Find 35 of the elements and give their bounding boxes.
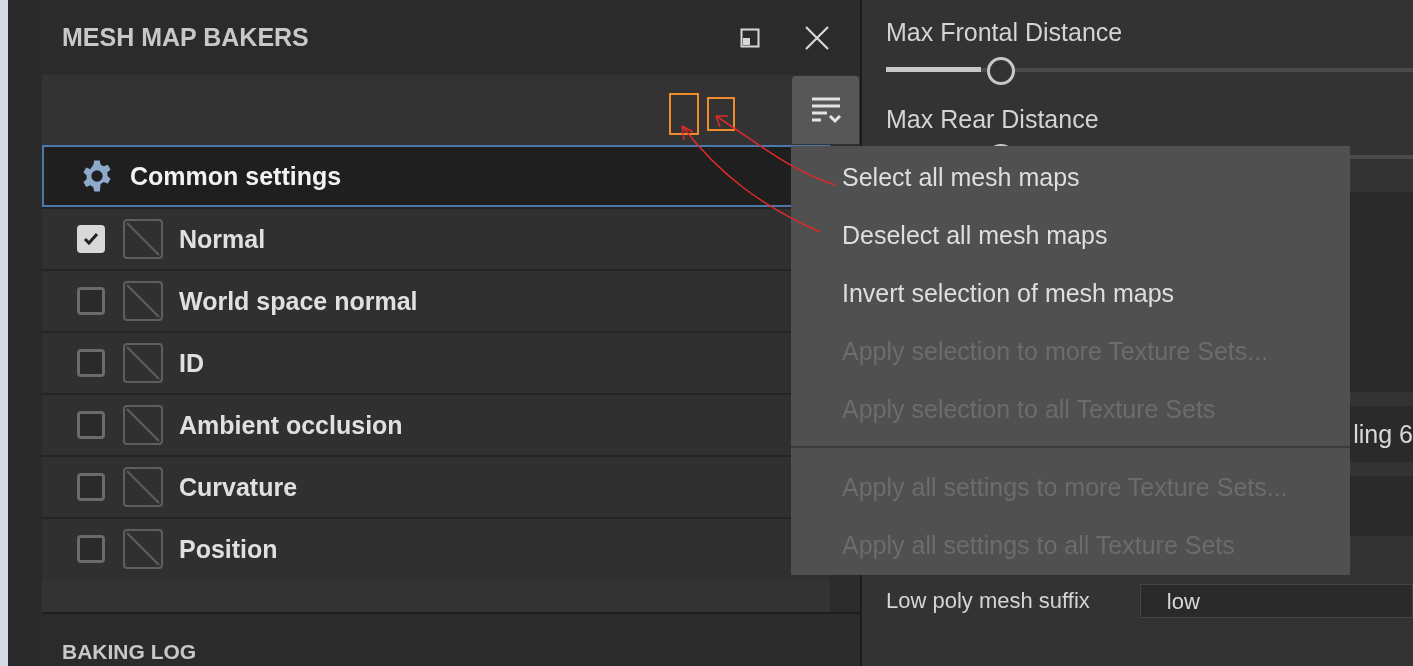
mesh-map-label: Curvature	[179, 472, 298, 502]
menu-button[interactable]	[792, 76, 859, 144]
mesh-map-label: Position	[179, 534, 278, 564]
checkbox[interactable]	[77, 287, 105, 315]
input-field[interactable]	[1349, 476, 1413, 536]
mesh-map-label: World space normal	[179, 286, 418, 316]
empty-thumbnail-icon	[123, 405, 163, 445]
menu-item[interactable]: Deselect all mesh maps	[791, 206, 1350, 264]
checkbox[interactable]	[77, 411, 105, 439]
checkbox[interactable]	[77, 349, 105, 377]
annotation-box	[707, 97, 735, 131]
slider[interactable]	[886, 57, 1413, 83]
checkbox[interactable]	[77, 535, 105, 563]
empty-thumbnail-icon	[123, 281, 163, 321]
suffix-field[interactable]: low	[1139, 584, 1413, 618]
mesh-map-label: ID	[179, 348, 204, 378]
empty-thumbnail-icon	[123, 529, 163, 569]
slider-label: Max Frontal Distance	[886, 18, 1124, 47]
empty-thumbnail-icon	[123, 467, 163, 507]
empty-thumbnail-icon	[123, 219, 163, 259]
panel-title: MESH MAP BAKERS	[62, 23, 309, 52]
empty-thumbnail-icon	[123, 343, 163, 383]
undock-icon[interactable]	[740, 27, 760, 48]
field-label: Low poly mesh suffix	[886, 588, 1090, 614]
dropdown-field[interactable]: ling 6	[1349, 406, 1413, 462]
annotation-box	[669, 93, 699, 135]
slider-label: Max Rear Distance	[886, 105, 1100, 134]
close-icon[interactable]	[804, 24, 830, 51]
menu-item[interactable]: Invert selection of mesh maps	[791, 264, 1350, 322]
panel-title: BAKING LOG	[62, 640, 197, 664]
common-settings-item[interactable]: Common settings	[42, 145, 830, 207]
mesh-map-label: Ambient occlusion	[179, 410, 403, 440]
mesh-map-label: Normal	[179, 224, 266, 254]
checkbox[interactable]	[77, 473, 105, 501]
list-field[interactable]	[1349, 192, 1413, 392]
